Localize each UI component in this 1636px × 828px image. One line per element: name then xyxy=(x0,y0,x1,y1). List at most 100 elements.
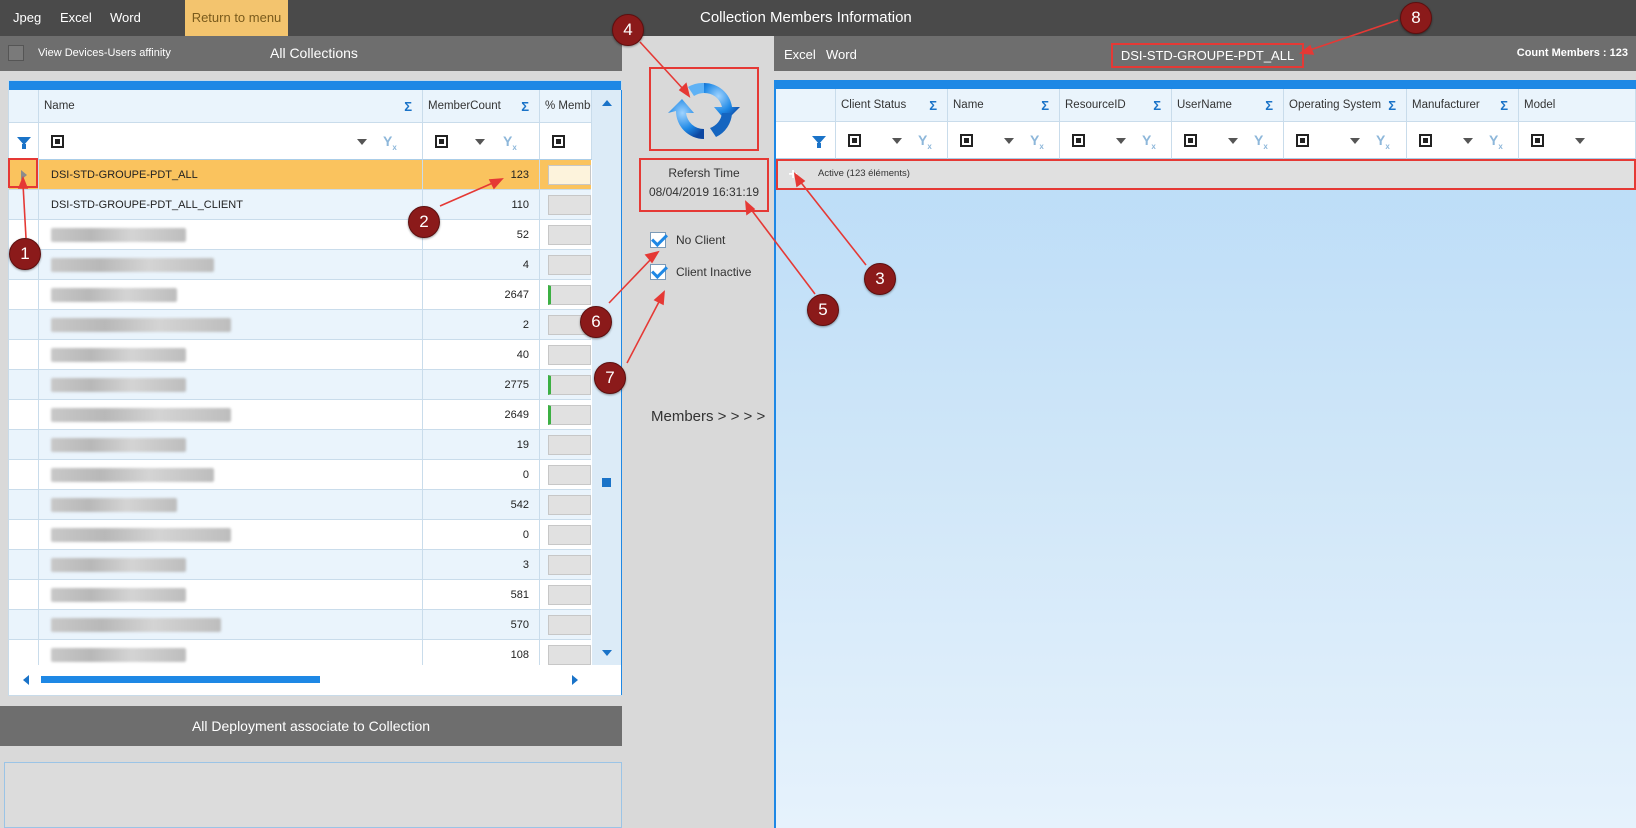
filter-checkbox-icon[interactable] xyxy=(51,135,64,148)
row-indicator[interactable] xyxy=(9,610,39,639)
filter-cell[interactable]: Yx xyxy=(1172,122,1284,159)
dropdown-icon[interactable] xyxy=(1116,138,1126,144)
scroll-left-icon[interactable] xyxy=(23,675,29,685)
filter-cell-name[interactable]: Yx xyxy=(39,123,423,160)
sum-icon[interactable]: Σ xyxy=(521,90,529,123)
clear-filter-icon[interactable]: Yx xyxy=(918,132,932,151)
scroll-right-icon[interactable] xyxy=(572,675,578,685)
filter-checkbox-icon[interactable] xyxy=(435,135,448,148)
row-indicator[interactable] xyxy=(9,190,39,219)
sum-icon[interactable]: Σ xyxy=(1388,89,1396,122)
horizontal-scrollbar[interactable] xyxy=(9,665,621,695)
clear-filter-icon[interactable]: Yx xyxy=(383,133,397,152)
filter-checkbox-icon[interactable] xyxy=(1072,134,1085,147)
affinity-checkbox[interactable] xyxy=(8,45,24,61)
table-row[interactable]: 3 xyxy=(9,550,591,580)
dropdown-icon[interactable] xyxy=(1350,138,1360,144)
filter-cell-percent[interactable] xyxy=(540,123,592,160)
table-row[interactable]: 0 xyxy=(9,460,591,490)
scroll-thumb[interactable] xyxy=(41,676,320,683)
column-header-client-status[interactable]: Client Status Σ xyxy=(836,89,948,122)
table-row[interactable]: 40 xyxy=(9,340,591,370)
clear-filter-icon[interactable]: Yx xyxy=(1030,132,1044,151)
filter-cell[interactable]: Yx xyxy=(836,122,948,159)
sum-icon[interactable]: Σ xyxy=(404,90,412,123)
filter-cell[interactable]: Yx xyxy=(948,122,1060,159)
row-indicator[interactable] xyxy=(9,340,39,369)
table-row[interactable]: DSI-STD-GROUPE-PDT_ALL 123 xyxy=(9,160,591,190)
filter-cell[interactable]: Yx xyxy=(1407,122,1519,159)
filter-icon[interactable] xyxy=(17,137,31,149)
sum-icon[interactable]: Σ xyxy=(929,89,937,122)
return-to-menu-button[interactable]: Return to menu xyxy=(185,0,288,36)
filter-checkbox-icon[interactable] xyxy=(1419,134,1432,147)
row-indicator[interactable] xyxy=(9,520,39,549)
column-header-username[interactable]: UserName Σ xyxy=(1172,89,1284,122)
row-indicator[interactable] xyxy=(9,580,39,609)
row-indicator[interactable] xyxy=(9,460,39,489)
filter-checkbox-icon[interactable] xyxy=(1531,134,1544,147)
sum-icon[interactable]: Σ xyxy=(1265,89,1273,122)
table-row[interactable]: 4 xyxy=(9,250,591,280)
dropdown-icon[interactable] xyxy=(1228,138,1238,144)
column-header-membercount[interactable]: MemberCount Σ xyxy=(423,90,540,123)
dropdown-icon[interactable] xyxy=(892,138,902,144)
dropdown-icon[interactable] xyxy=(1575,138,1585,144)
table-row[interactable]: 2 xyxy=(9,310,591,340)
row-indicator[interactable] xyxy=(9,370,39,399)
dropdown-icon[interactable] xyxy=(357,139,367,145)
filter-checkbox-icon[interactable] xyxy=(1296,134,1309,147)
table-row[interactable]: 542 xyxy=(9,490,591,520)
clear-filter-icon[interactable]: Yx xyxy=(503,133,517,152)
column-header-manufacturer[interactable]: Manufacturer Σ xyxy=(1407,89,1519,122)
row-indicator[interactable] xyxy=(9,490,39,519)
no-client-checkbox[interactable] xyxy=(650,232,666,248)
filter-checkbox-icon[interactable] xyxy=(960,134,973,147)
column-header-resourceid[interactable]: ResourceID Σ xyxy=(1060,89,1172,122)
column-header-model[interactable]: Model xyxy=(1519,89,1636,122)
column-header-percent[interactable]: % Member xyxy=(540,90,592,123)
menu-jpeg[interactable]: Jpeg xyxy=(13,10,41,25)
filter-cell[interactable] xyxy=(1519,122,1636,159)
clear-filter-icon[interactable]: Yx xyxy=(1376,132,1390,151)
row-indicator[interactable] xyxy=(9,310,39,339)
table-row[interactable]: 52 xyxy=(9,220,591,250)
table-row[interactable]: 581 xyxy=(9,580,591,610)
members-button[interactable]: Members > > > > xyxy=(651,408,765,425)
column-header-operating-system[interactable]: Operating System Σ xyxy=(1284,89,1407,122)
filter-checkbox-icon[interactable] xyxy=(552,135,565,148)
row-indicator[interactable] xyxy=(9,550,39,579)
sum-icon[interactable]: Σ xyxy=(1041,89,1049,122)
client-inactive-checkbox[interactable] xyxy=(650,264,666,280)
menu-excel[interactable]: Excel xyxy=(60,10,92,25)
filter-cell[interactable]: Yx xyxy=(1060,122,1172,159)
refresh-icon[interactable] xyxy=(666,77,742,145)
table-row[interactable]: 570 xyxy=(9,610,591,640)
filter-checkbox-icon[interactable] xyxy=(848,134,861,147)
filter-cell-membercount[interactable]: Yx xyxy=(423,123,540,160)
dropdown-icon[interactable] xyxy=(475,139,485,145)
table-row[interactable]: 19 xyxy=(9,430,591,460)
clear-filter-icon[interactable]: Yx xyxy=(1254,132,1268,151)
filter-icon[interactable] xyxy=(812,136,826,148)
column-header-name[interactable]: Name Σ xyxy=(948,89,1060,122)
table-row[interactable]: 2647 xyxy=(9,280,591,310)
filter-cell[interactable]: Yx xyxy=(1284,122,1407,159)
menu-word[interactable]: Word xyxy=(110,10,141,25)
menu-word[interactable]: Word xyxy=(826,47,857,62)
table-row[interactable]: DSI-STD-GROUPE-PDT_ALL_CLIENT 110 xyxy=(9,190,591,220)
row-indicator[interactable] xyxy=(9,400,39,429)
table-row[interactable]: 2649 xyxy=(9,400,591,430)
table-row[interactable]: 0 xyxy=(9,520,591,550)
filter-checkbox-icon[interactable] xyxy=(1184,134,1197,147)
dropdown-icon[interactable] xyxy=(1004,138,1014,144)
sum-icon[interactable]: Σ xyxy=(1153,89,1161,122)
group-row-active[interactable]: + Active (123 éléments) xyxy=(776,159,1636,190)
menu-excel[interactable]: Excel xyxy=(784,47,816,62)
clear-filter-icon[interactable]: Yx xyxy=(1489,132,1503,151)
dropdown-icon[interactable] xyxy=(1463,138,1473,144)
sum-icon[interactable]: Σ xyxy=(1500,89,1508,122)
scroll-up-icon[interactable] xyxy=(602,100,612,106)
clear-filter-icon[interactable]: Yx xyxy=(1142,132,1156,151)
expand-plus-icon[interactable]: + xyxy=(786,167,800,183)
